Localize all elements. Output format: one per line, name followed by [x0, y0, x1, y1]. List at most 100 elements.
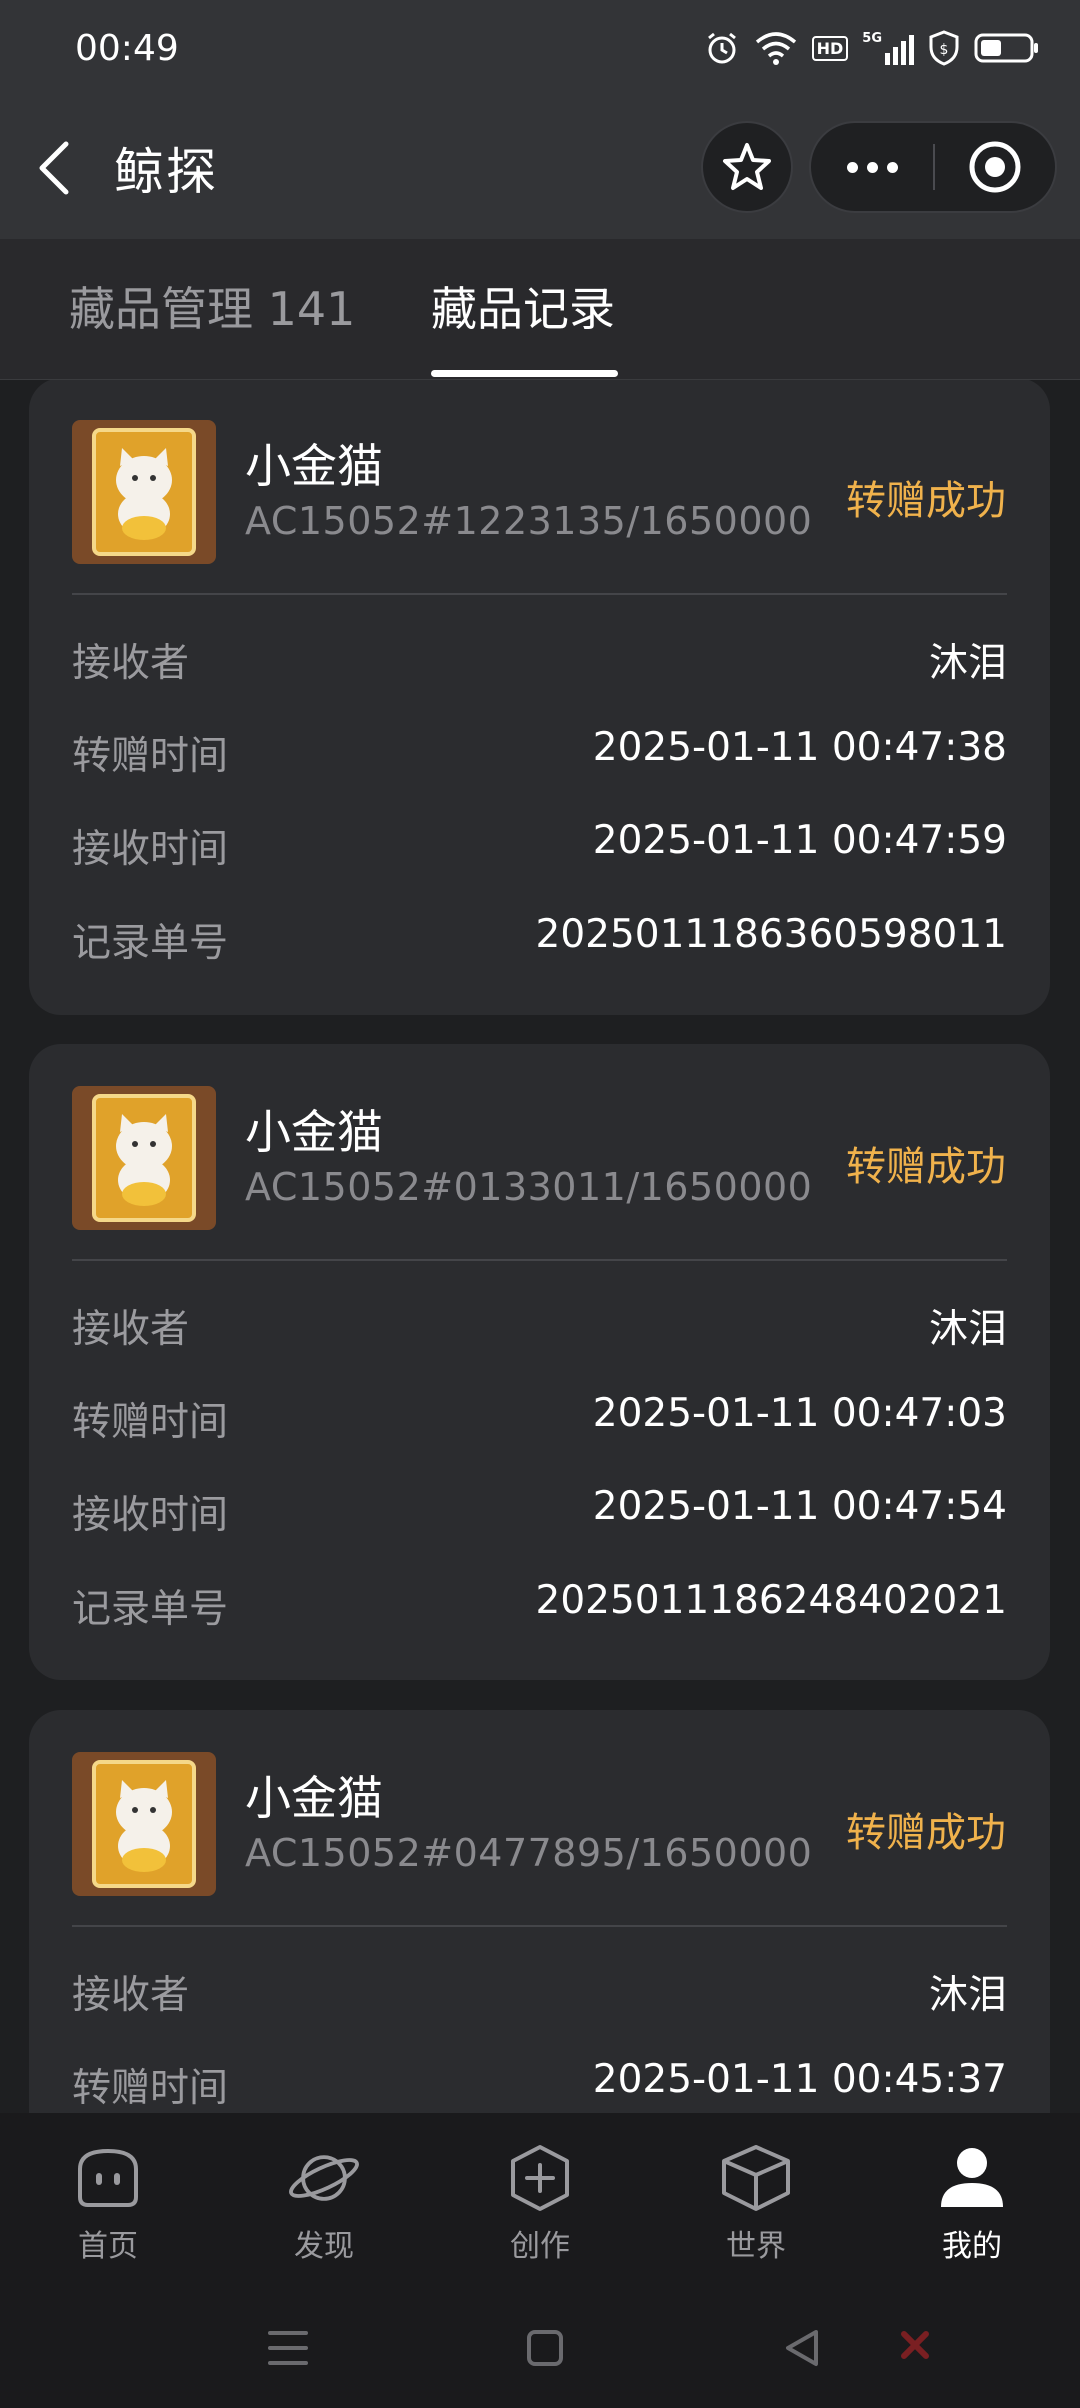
page-title: 鲸探 — [114, 142, 218, 201]
row-value: 2025-01-11 00:47:59 — [592, 818, 1007, 863]
alarm-icon — [707, 32, 736, 64]
lucky-cat-image — [72, 420, 216, 564]
row-value: 沐泪 — [928, 641, 1007, 686]
watermark-logo — [900, 2330, 930, 2360]
detail-row-transfer-time: 转赠时间 2025-01-11 00:47:38 — [72, 725, 1007, 785]
navigation-bar: 鲸探 — [0, 96, 1080, 239]
status-bar: 00:49 HD 5G $ — [0, 0, 1080, 96]
nav-label: 首页 — [78, 2229, 138, 2264]
detail-row-record-number: 记录单号 2025011186360598011 — [72, 912, 1007, 972]
more-dot — [866, 161, 878, 173]
divider — [72, 1259, 1007, 1261]
record-card[interactable]: 小金猫 AC15052#0133011/1650000 转赠成功 接收者 沐泪 … — [29, 1044, 1050, 1680]
row-label: 转赠时间 — [72, 1400, 229, 1445]
system-icons: HD 5G $ — [704, 30, 1040, 66]
wifi-icon — [755, 32, 796, 65]
row-label: 转赠时间 — [72, 734, 229, 779]
row-label: 接收时间 — [72, 827, 229, 872]
lucky-cat-image — [72, 1086, 216, 1230]
collectible-name: 小金猫 — [245, 1771, 383, 1825]
logo-icon — [901, 2331, 929, 2359]
more-button[interactable] — [811, 123, 933, 211]
record-card[interactable]: 小金猫 AC15052#0477895/1650000 转赠成功 接收者 沐泪 … — [29, 1710, 1050, 2113]
row-value: 2025-01-11 00:47:38 — [592, 725, 1007, 770]
row-value: 2025-01-11 00:47:54 — [592, 1484, 1007, 1529]
nav-label: 世界 — [726, 2229, 786, 2264]
row-label: 记录单号 — [72, 921, 229, 966]
nav-create[interactable]: 创作 — [432, 2113, 648, 2288]
shield-icon: $ — [929, 30, 959, 66]
star-icon — [723, 143, 771, 190]
row-value: 沐泪 — [928, 1973, 1007, 2018]
collectible-serial: AC15052#0133011/1650000 — [245, 1165, 813, 1209]
row-value: 2025011186248402021 — [535, 1578, 1007, 1623]
detail-row-record-number: 记录单号 2025011186248402021 — [72, 1578, 1007, 1638]
square-icon — [527, 2330, 563, 2366]
system-navigation-bar — [0, 2288, 1080, 2408]
collectible-thumbnail — [72, 1752, 216, 1896]
row-value: 2025-01-11 00:45:37 — [592, 2057, 1007, 2102]
row-value: 2025011186360598011 — [535, 912, 1007, 957]
tab-collection-management[interactable]: 藏品管理 141 — [69, 279, 355, 339]
row-label: 接收者 — [72, 1307, 190, 1352]
collectible-name: 小金猫 — [245, 1105, 383, 1159]
detail-row-receiver: 接收者 沐泪 — [72, 1298, 1007, 1358]
row-label: 接收者 — [72, 1973, 190, 2018]
home-system-button[interactable] — [505, 2318, 585, 2378]
lucky-cat-image — [72, 1752, 216, 1896]
row-label: 转赠时间 — [72, 2066, 229, 2111]
hd-icon: HD — [811, 35, 849, 61]
cube-icon — [718, 2143, 794, 2213]
collectible-serial: AC15052#0477895/1650000 — [245, 1831, 813, 1875]
divider — [72, 1925, 1007, 1927]
more-dots-icon — [846, 161, 858, 173]
active-tab-indicator — [431, 370, 618, 377]
row-value: 沐泪 — [928, 1307, 1007, 1352]
back-system-button[interactable] — [762, 2318, 842, 2378]
target-icon — [969, 141, 1021, 193]
miniapp-capsule — [809, 121, 1057, 213]
planet-icon — [286, 2143, 362, 2213]
collectible-name: 小金猫 — [245, 439, 383, 493]
nav-mine[interactable]: 我的 — [864, 2113, 1080, 2288]
close-miniapp-button[interactable] — [935, 123, 1055, 211]
battery-icon — [974, 33, 1038, 63]
divider — [72, 593, 1007, 595]
nav-home[interactable]: 首页 — [0, 2113, 216, 2288]
favorite-button[interactable] — [701, 121, 793, 213]
status-time: 00:49 — [75, 27, 179, 69]
home-icon — [70, 2143, 146, 2213]
tab-collection-records[interactable]: 藏品记录 — [431, 279, 615, 339]
status-badge: 转赠成功 — [846, 478, 1006, 524]
record-card[interactable]: 小金猫 AC15052#1223135/1650000 转赠成功 接收者 沐泪 … — [29, 380, 1050, 1015]
detail-row-receiver: 接收者 沐泪 — [72, 632, 1007, 692]
nav-discover[interactable]: 发现 — [216, 2113, 432, 2288]
row-value: 2025-01-11 00:47:03 — [592, 1391, 1007, 1436]
row-label: 接收者 — [72, 641, 190, 686]
nav-label: 创作 — [510, 2229, 570, 2264]
more-dot — [886, 161, 898, 173]
detail-row-transfer-time: 转赠时间 2025-01-11 00:45:37 — [72, 2057, 1007, 2113]
records-list[interactable]: 小金猫 AC15052#1223135/1650000 转赠成功 接收者 沐泪 … — [0, 380, 1080, 2113]
nav-label: 发现 — [294, 2229, 354, 2264]
person-icon — [934, 2143, 1010, 2213]
detail-row-transfer-time: 转赠时间 2025-01-11 00:47:03 — [72, 1391, 1007, 1451]
collectible-thumbnail — [72, 1086, 216, 1230]
bottom-navigation: 首页 发现 创作 世界 我的 — [0, 2113, 1080, 2288]
menu-icon — [268, 2331, 308, 2365]
svg-text:$: $ — [940, 42, 949, 58]
row-label: 记录单号 — [72, 1587, 229, 1632]
nav-world[interactable]: 世界 — [648, 2113, 864, 2288]
collectible-thumbnail — [72, 420, 216, 564]
back-button[interactable] — [36, 138, 86, 198]
nav-label: 我的 — [942, 2229, 1002, 2264]
detail-row-receive-time: 接收时间 2025-01-11 00:47:54 — [72, 1484, 1007, 1544]
status-badge: 转赠成功 — [846, 1810, 1006, 1856]
collectible-serial: AC15052#1223135/1650000 — [245, 499, 813, 543]
recents-button[interactable] — [248, 2318, 328, 2378]
tab-bar: 藏品管理 141 藏品记录 — [0, 239, 1080, 380]
plus-circle-icon — [502, 2143, 578, 2213]
5g-signal-icon: 5G — [862, 31, 914, 65]
detail-row-receiver: 接收者 沐泪 — [72, 1964, 1007, 2024]
triangle-back-icon — [786, 2330, 818, 2366]
